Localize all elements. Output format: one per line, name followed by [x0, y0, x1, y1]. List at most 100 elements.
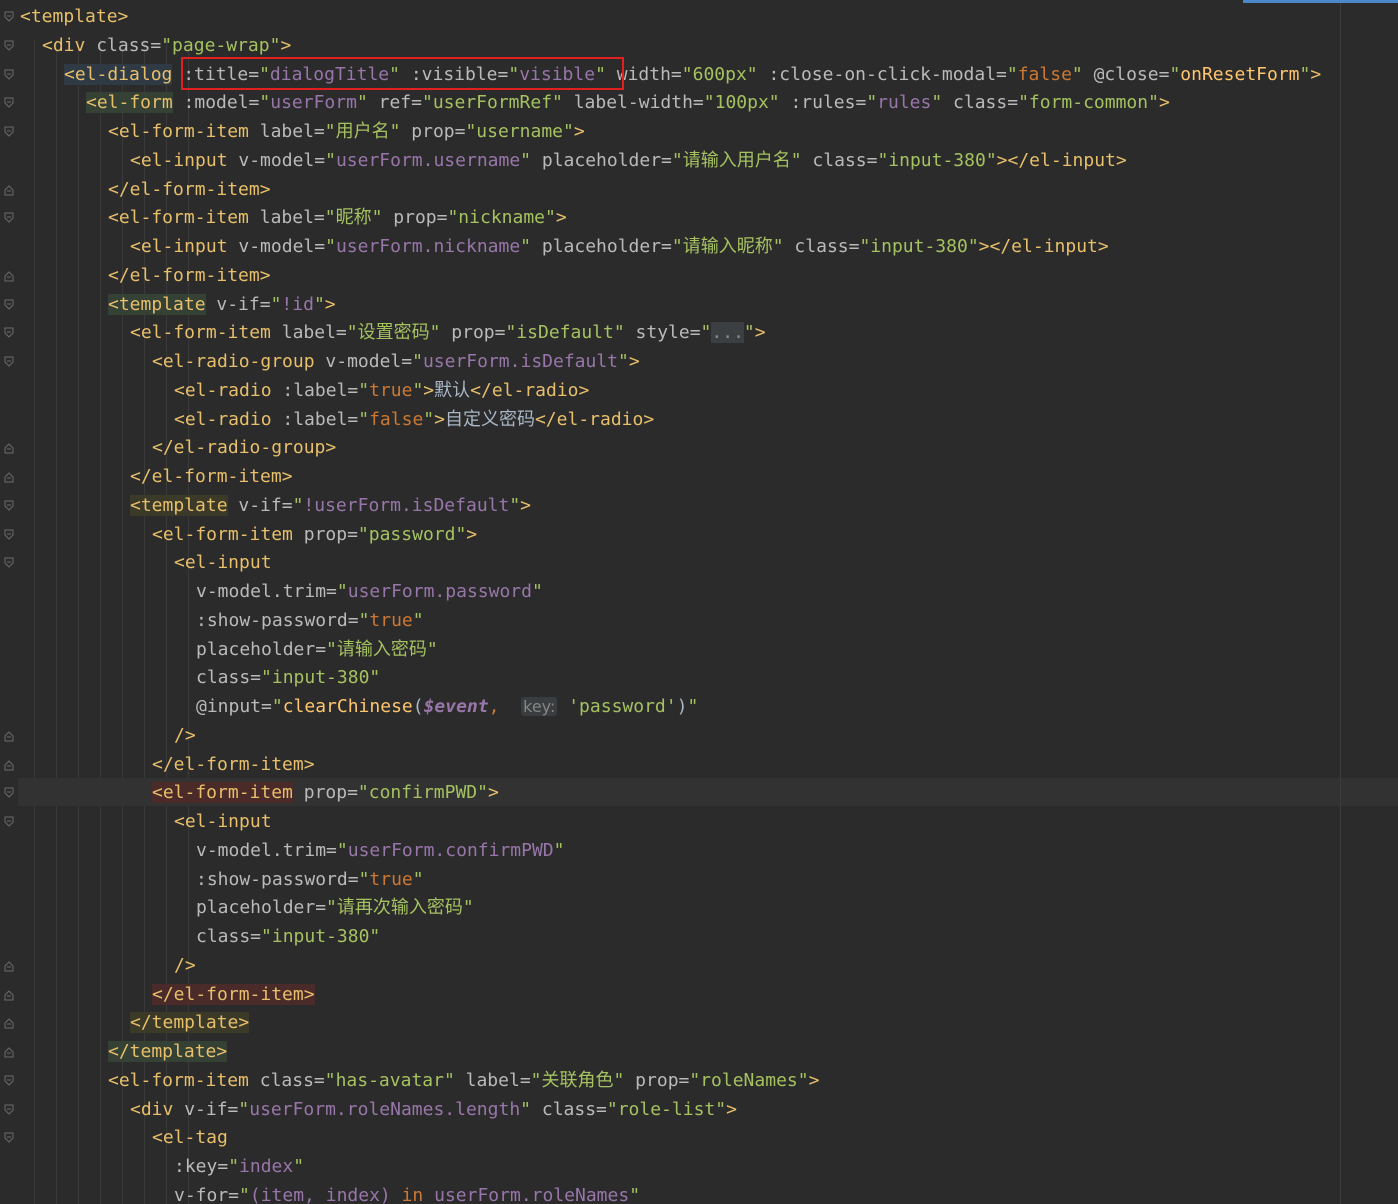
code-editor[interactable]: <template> <div class="page-wrap"> <el-dia…: [0, 0, 1398, 1204]
code-line[interactable]: <div class="page-wrap">: [42, 32, 291, 60]
code-line[interactable]: placeholder="请再次输入密码": [196, 894, 474, 922]
code-line[interactable]: class="input-380": [196, 923, 380, 951]
fold-gutter: [0, 0, 18, 1204]
code-line[interactable]: </el-radio-group>: [152, 434, 336, 462]
code-token: <el-radio: [174, 408, 272, 430]
code-line[interactable]: <el-radio-group v-model="userForm.isDefa…: [152, 348, 640, 376]
fold-close-icon[interactable]: [4, 471, 14, 483]
code-token: </el-form-item>: [108, 264, 271, 286]
code-line[interactable]: <el-radio :label="true">默认</el-radio>: [174, 377, 589, 405]
code-token: >: [1158, 92, 1170, 114]
code-line[interactable]: </template>: [108, 1038, 228, 1066]
code-token: <el-tag: [152, 1127, 228, 1149]
code-token: "600px": [681, 63, 758, 85]
code-line[interactable]: <el-input: [174, 549, 272, 577]
code-token: ": [931, 92, 943, 114]
code-line[interactable]: />: [174, 722, 196, 750]
code-token: ></el-input>: [978, 236, 1109, 257]
code-token: onResetForm: [1180, 63, 1300, 85]
fold-close-icon[interactable]: [4, 1046, 14, 1058]
code-line[interactable]: </template>: [130, 1009, 250, 1037]
code-line[interactable]: <el-form-item label="设置密码" prop="isDefau…: [130, 319, 766, 347]
fold-open-icon[interactable]: [4, 126, 14, 138]
code-line[interactable]: <el-form-item prop="confirmPWD">: [152, 779, 499, 807]
fold-open-icon[interactable]: [4, 299, 14, 311]
fold-open-icon[interactable]: [4, 356, 14, 368]
code-line[interactable]: <template v-if="!userForm.isDefault">: [130, 492, 531, 520]
code-token: class=: [85, 34, 162, 56]
code-line[interactable]: </el-form-item>: [152, 751, 315, 779]
code-token: "isDefault": [505, 322, 625, 344]
fold-close-icon[interactable]: [4, 989, 14, 1001]
code-line[interactable]: <el-tag: [152, 1124, 228, 1152]
fold-close-icon[interactable]: [4, 759, 14, 771]
fold-open-icon[interactable]: [4, 1132, 14, 1144]
fold-close-icon[interactable]: [4, 1017, 14, 1029]
code-token: userForm.username: [335, 149, 521, 171]
fold-open-icon[interactable]: [4, 816, 14, 828]
code-line[interactable]: v-model.trim="userForm.confirmPWD": [196, 837, 564, 865]
code-line[interactable]: @input="clearChinese($event, key: 'passw…: [196, 693, 698, 721]
fold-open-icon[interactable]: [4, 69, 14, 81]
code-line[interactable]: <div v-if="userForm.roleNames.length" cl…: [130, 1096, 737, 1124]
code-line[interactable]: :show-password="true": [196, 866, 424, 894]
fold-close-icon[interactable]: [4, 730, 14, 742]
code-token: "input-380": [261, 926, 381, 947]
fold-open-icon[interactable]: [4, 97, 14, 109]
code-line[interactable]: </el-form-item>: [130, 463, 293, 491]
fold-close-icon[interactable]: [4, 960, 14, 972]
code-line[interactable]: </el-form-item>: [152, 981, 315, 1009]
code-line[interactable]: class="input-380": [196, 664, 380, 692]
code-line[interactable]: <el-form-item label="用户名" prop="username…: [108, 118, 585, 146]
code-token: prop=: [292, 782, 358, 804]
code-token: "100px": [703, 92, 780, 114]
code-line[interactable]: </el-form-item>: [108, 262, 271, 290]
code-line[interactable]: <el-input v-model="userForm.nickname" pl…: [130, 233, 1109, 261]
code-line[interactable]: />: [174, 952, 196, 980]
code-token: ": [1071, 63, 1083, 85]
fold-open-icon[interactable]: [4, 40, 14, 52]
code-token: ": [325, 149, 336, 171]
code-line[interactable]: <el-form :model="userForm" ref="userForm…: [86, 89, 1170, 117]
code-line[interactable]: <el-input v-model="userForm.username" pl…: [130, 147, 1127, 175]
fold-open-icon[interactable]: [4, 1104, 14, 1116]
code-line[interactable]: <el-input: [174, 808, 272, 836]
code-token: <div: [42, 34, 86, 56]
horizontal-scroll-thumb[interactable]: [1243, 0, 1398, 3]
fold-open-icon[interactable]: [4, 787, 14, 799]
fold-open-icon[interactable]: [4, 1075, 14, 1087]
code-token: :key=: [174, 1156, 229, 1177]
title-visible-attrs-highlight: [181, 57, 624, 90]
fold-open-icon[interactable]: [4, 529, 14, 541]
fold-open-icon[interactable]: [4, 500, 14, 512]
code-line[interactable]: <el-form-item prop="password">: [152, 521, 477, 549]
code-line[interactable]: <el-form-item class="has-avatar" label="…: [108, 1067, 819, 1095]
code-token: ": [270, 293, 282, 315]
code-line[interactable]: <template v-if="!id">: [108, 291, 336, 319]
fold-close-icon[interactable]: [4, 442, 14, 454]
code-token: class=: [248, 1069, 325, 1091]
fold-close-icon[interactable]: [4, 184, 14, 196]
code-line[interactable]: </el-form-item>: [108, 176, 271, 204]
code-line[interactable]: :key="index": [174, 1153, 304, 1181]
code-line[interactable]: v-model.trim="userForm.password": [196, 578, 543, 606]
code-token: ": [239, 1184, 250, 1204]
code-token: <el-form: [86, 92, 173, 114]
code-token: ": [358, 868, 370, 890]
code-line[interactable]: <el-form-item label="昵称" prop="nickname"…: [108, 204, 567, 232]
code-token: ": [336, 581, 348, 602]
fold-open-icon[interactable]: [4, 557, 14, 569]
fold-close-icon[interactable]: [4, 270, 14, 282]
code-line[interactable]: <template>: [20, 3, 128, 31]
fold-open-icon[interactable]: [4, 212, 14, 224]
code-token: prop=: [624, 1069, 690, 1091]
code-line[interactable]: <el-radio :label="false">自定义密码</el-radio…: [174, 406, 654, 434]
code-token: userForm.isDefault: [422, 351, 619, 372]
code-token: </template>: [130, 1012, 250, 1034]
fold-open-icon[interactable]: [4, 327, 14, 339]
code-line[interactable]: placeholder="请输入密码": [196, 636, 438, 664]
code-line[interactable]: v-for="(item, index) in userForm.roleNam…: [174, 1182, 640, 1204]
fold-open-icon[interactable]: [4, 11, 14, 23]
code-line[interactable]: :show-password="true": [196, 607, 424, 635]
code-token: >: [808, 1069, 820, 1091]
